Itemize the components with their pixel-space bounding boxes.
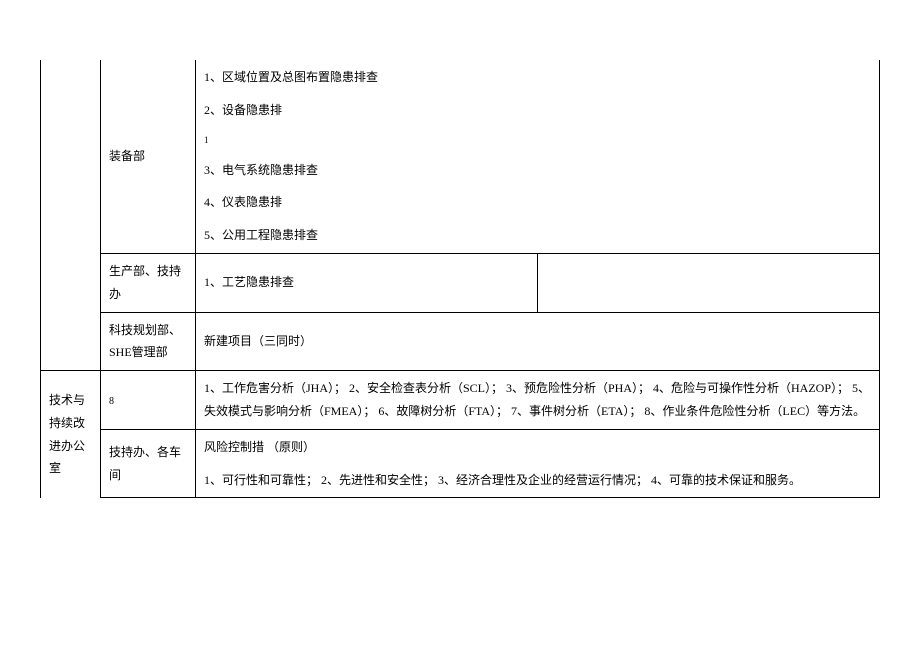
tail-cell [538,254,880,313]
table-row: 生产部、技持办 1、工艺隐患排查 [41,254,880,313]
left-label: 技术与持续改进办公室 [49,393,85,475]
dept-cell: 8 [101,371,196,430]
principles-text: 1、可行性和可靠性； 2、先进性和安全性； 3、经济合理性及企业的经营运行情况；… [204,469,871,492]
table-row: 技术与持续改进办公室 8 1、工作危害分析（JHA）； 2、安全检查表分析（SC… [41,371,880,430]
subtitle: 风险控制措 （原则） [204,436,871,459]
table-row: 技持办、各车间 风险控制措 （原则） 1、可行性和可靠性； 2、先进性和安全性；… [41,429,880,498]
dept-cell: 科技规划部、SHE管理部 [101,312,196,371]
list-item: 5、公用工程隐患排查 [204,224,871,247]
list-item: 3、电气系统隐患排查 [204,159,871,182]
blank-cell [41,254,101,313]
list-item: 2、设备隐患排 [204,99,871,122]
list-item: 4、仪表隐患排 [204,191,871,214]
blank-cell [41,60,101,254]
note-mark: 8 [109,396,114,407]
content-cell: 1、工艺隐患排查 [196,254,538,313]
blank-cell [41,312,101,371]
dept-cell: 技持办、各车间 [101,429,196,498]
left-label-cell: 技术与持续改进办公室 [41,371,101,498]
content-cell: 风险控制措 （原则） 1、可行性和可靠性； 2、先进性和安全性； 3、经济合理性… [196,429,880,498]
content-cell: 1、区域位置及总图布置隐患排查 2、设备隐患排 1 3、电气系统隐患排查 4、仪… [196,60,880,254]
list-item: 1 [204,132,871,149]
content-cell: 新建项目（三同时） [196,312,880,371]
safety-table: 装备部 1、区域位置及总图布置隐患排查 2、设备隐患排 1 3、电气系统隐患排查… [40,60,880,498]
table-row: 科技规划部、SHE管理部 新建项目（三同时） [41,312,880,371]
list-item: 1、区域位置及总图布置隐患排查 [204,66,871,89]
content-cell: 1、工作危害分析（JHA）； 2、安全检查表分析（SCL）； 3、预危险性分析（… [196,371,880,430]
dept-cell: 生产部、技持办 [101,254,196,313]
table-row: 装备部 1、区域位置及总图布置隐患排查 2、设备隐患排 1 3、电气系统隐患排查… [41,60,880,254]
dept-cell: 装备部 [101,60,196,254]
